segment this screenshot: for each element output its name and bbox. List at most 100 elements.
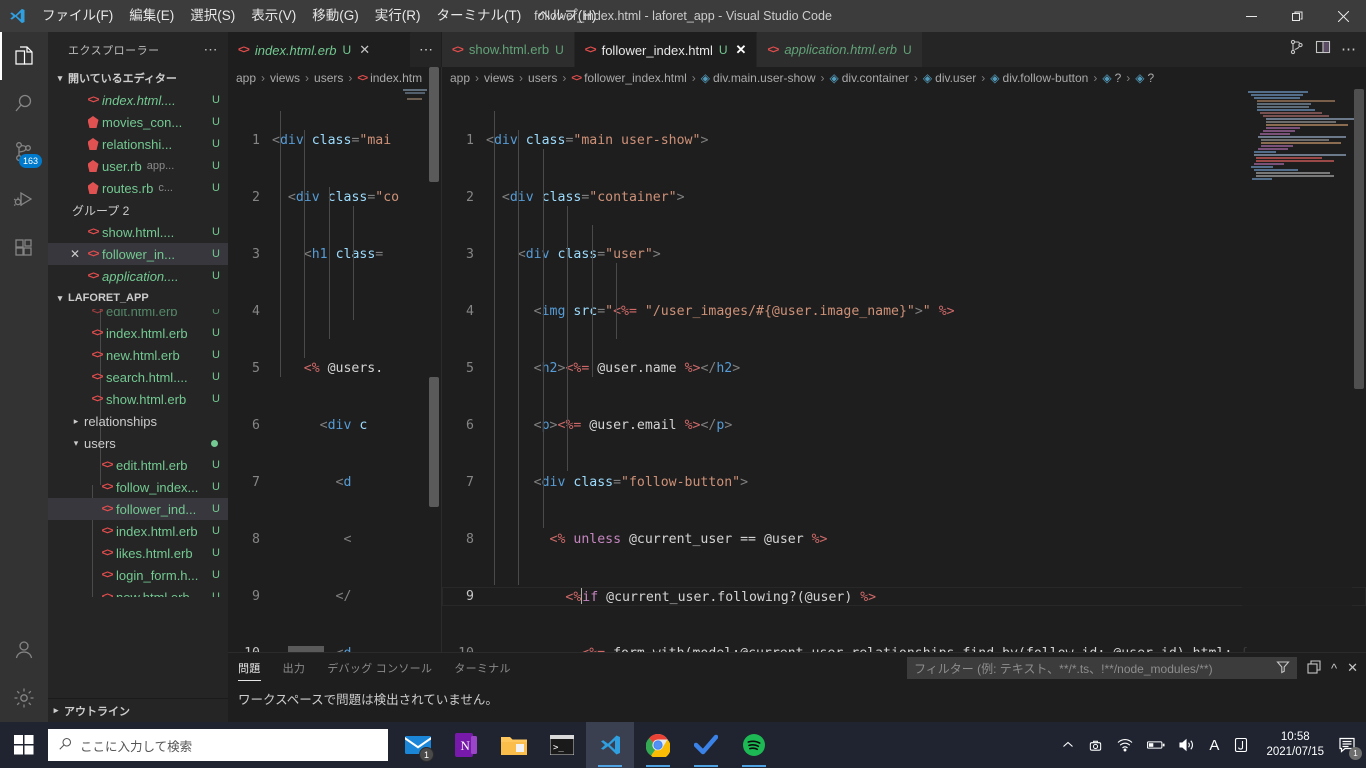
tab-close-icon[interactable]: ✕ xyxy=(359,42,370,58)
todoist-icon[interactable] xyxy=(682,722,730,768)
breadcrumb-item[interactable]: div.user xyxy=(935,71,976,85)
tab-index-html-erb[interactable]: <> index.html.erb U ✕ xyxy=(228,32,411,67)
wifi-icon[interactable] xyxy=(1110,722,1140,768)
list-item[interactable]: <> index.html.erb U xyxy=(48,322,228,344)
list-item[interactable]: <> new.html.erb U xyxy=(48,586,228,598)
tab-application-html-erb[interactable]: <> application.html.erb U xyxy=(757,32,923,67)
battery-icon[interactable] xyxy=(1140,722,1172,768)
panel-tab-debug-console[interactable]: デバッグ コンソール xyxy=(327,653,432,683)
menu-help[interactable]: ヘルプ(H) xyxy=(529,0,604,32)
list-item[interactable]: <> show.html.erb U xyxy=(48,388,228,410)
sidebar-more-icon[interactable]: ⋯ xyxy=(204,41,219,58)
manage-gear-icon[interactable] xyxy=(0,674,48,722)
list-item[interactable]: movies_con... U xyxy=(48,111,228,133)
list-item[interactable]: <> edit.html.erb U xyxy=(48,309,228,322)
file-explorer-icon[interactable] xyxy=(490,722,538,768)
group-2-header[interactable]: グループ 2 xyxy=(48,199,228,221)
chrome-icon[interactable] xyxy=(634,722,682,768)
minimize-button[interactable] xyxy=(1228,0,1274,32)
breadcrumb-item[interactable]: div.follow-button xyxy=(1003,71,1089,85)
menu-edit[interactable]: 編集(E) xyxy=(121,0,182,32)
menu-run[interactable]: 実行(R) xyxy=(367,0,429,32)
minimap-right[interactable] xyxy=(1242,89,1362,652)
list-item[interactable]: <> new.html.erb U xyxy=(48,344,228,366)
notification-center-icon[interactable]: 1 xyxy=(1334,722,1366,768)
explorer-icon[interactable] xyxy=(0,32,48,80)
list-item[interactable]: <> index.html.erb U xyxy=(48,520,228,542)
camera-icon[interactable] xyxy=(1081,722,1110,768)
list-item[interactable]: ✕ <> follower_in... U xyxy=(48,243,228,265)
run-debug-icon[interactable] xyxy=(0,176,48,224)
ime-mode-icon[interactable] xyxy=(1226,722,1256,768)
maximize-panel-icon[interactable] xyxy=(1307,659,1321,677)
start-button[interactable] xyxy=(0,722,48,768)
taskbar-search-input[interactable]: ここに入力して検索 xyxy=(48,729,388,761)
spotify-icon[interactable] xyxy=(730,722,778,768)
list-item[interactable]: <> login_form.h... U xyxy=(48,564,228,586)
close-panel-icon[interactable]: ✕ xyxy=(1347,660,1358,676)
breadcrumb-left[interactable]: app › views › users › <> index.htm xyxy=(228,67,441,89)
breadcrumb-item[interactable]: app xyxy=(450,71,470,85)
close-button[interactable] xyxy=(1320,0,1366,32)
vscode-icon[interactable] xyxy=(586,722,634,768)
breadcrumb-right[interactable]: app › views › users › <> follower_index.… xyxy=(442,67,1366,89)
list-item[interactable]: user.rb app... U xyxy=(48,155,228,177)
code-content-right[interactable]: 1 <div class="main user-show"> 2 <div cla… xyxy=(442,89,1366,652)
breadcrumb-item[interactable]: div.container xyxy=(842,71,909,85)
list-item[interactable]: <> likes.html.erb U xyxy=(48,542,228,564)
tab-follower-index-html[interactable]: <> follower_index.html U ✕ xyxy=(574,32,758,67)
split-editor-icon[interactable] xyxy=(1289,39,1305,60)
section-open-editors[interactable]: ▾ 開いているエディター xyxy=(48,67,228,89)
list-item-follower-index[interactable]: <> follower_ind... U xyxy=(48,498,228,520)
menu-view[interactable]: 表示(V) xyxy=(243,0,304,32)
panel-tab-output[interactable]: 出力 xyxy=(283,653,306,683)
close-icon[interactable]: ✕ xyxy=(66,247,84,261)
maximize-button[interactable] xyxy=(1274,0,1320,32)
taskbar-clock[interactable]: 10:58 2021/07/15 xyxy=(1256,730,1334,760)
mail-icon[interactable]: 1 xyxy=(394,722,442,768)
list-item[interactable]: <> index.html.... U xyxy=(48,89,228,111)
section-project-root[interactable]: ▾ LAFORET_APP xyxy=(48,287,228,309)
breadcrumb-item[interactable]: users xyxy=(314,71,343,85)
problems-filter-input[interactable]: フィルター (例: テキスト、**/*.ts、!**/node_modules/… xyxy=(906,657,1297,679)
editor-group-more-icon[interactable]: ⋯ xyxy=(411,32,441,67)
breadcrumb-item[interactable]: views xyxy=(270,71,300,85)
scrollbar-thumb[interactable] xyxy=(429,67,439,182)
breadcrumb-item[interactable]: index.htm xyxy=(370,71,422,85)
tab-show-html-erb[interactable]: <> show.html.erb U xyxy=(442,32,575,67)
search-icon[interactable] xyxy=(0,80,48,128)
list-item[interactable]: <> show.html.... U xyxy=(48,221,228,243)
menu-file[interactable]: ファイル(F) xyxy=(34,0,121,32)
accounts-icon[interactable] xyxy=(0,626,48,674)
scrollbar-left[interactable] xyxy=(427,67,441,652)
section-outline[interactable]: ▸ アウトライン xyxy=(48,698,228,722)
extensions-icon[interactable] xyxy=(0,224,48,272)
breadcrumb-item[interactable]: app xyxy=(236,71,256,85)
toggle-split-layout-icon[interactable] xyxy=(1315,39,1331,60)
window-controls[interactable] xyxy=(1228,0,1366,32)
scrollbar-thumb-lower[interactable] xyxy=(429,377,439,507)
breadcrumb-item[interactable]: ? xyxy=(1148,71,1155,85)
ime-icon[interactable]: A xyxy=(1202,722,1226,768)
panel-tab-terminal[interactable]: ターミナル xyxy=(454,653,511,683)
breadcrumb-item[interactable]: views xyxy=(484,71,514,85)
source-control-icon[interactable]: 163 xyxy=(0,128,48,176)
volume-icon[interactable] xyxy=(1172,722,1202,768)
show-hidden-icons[interactable] xyxy=(1055,722,1081,768)
list-item[interactable]: <> follow_index... U xyxy=(48,476,228,498)
list-item[interactable]: <> edit.html.erb U xyxy=(48,454,228,476)
more-actions-icon[interactable]: ⋯ xyxy=(1341,42,1356,57)
tab-close-icon[interactable]: ✕ xyxy=(736,42,747,58)
folder-relationships[interactable]: ▸ relationships xyxy=(48,410,228,432)
breadcrumb-item[interactable]: ? xyxy=(1115,71,1122,85)
menu-bar[interactable]: ファイル(F) 編集(E) 選択(S) 表示(V) 移動(G) 実行(R) ター… xyxy=(34,0,605,32)
scrollbar-thumb[interactable] xyxy=(1354,89,1364,389)
list-item[interactable]: routes.rb c... U xyxy=(48,177,228,199)
scrollbar-right[interactable] xyxy=(1352,67,1366,652)
onenote-icon[interactable]: N xyxy=(442,722,490,768)
panel-tab-problems[interactable]: 問題 xyxy=(238,653,261,683)
filter-icon[interactable] xyxy=(1276,660,1290,677)
list-item[interactable]: relationshi... U xyxy=(48,133,228,155)
menu-go[interactable]: 移動(G) xyxy=(304,0,367,32)
folder-users[interactable]: ▾ users xyxy=(48,432,228,454)
